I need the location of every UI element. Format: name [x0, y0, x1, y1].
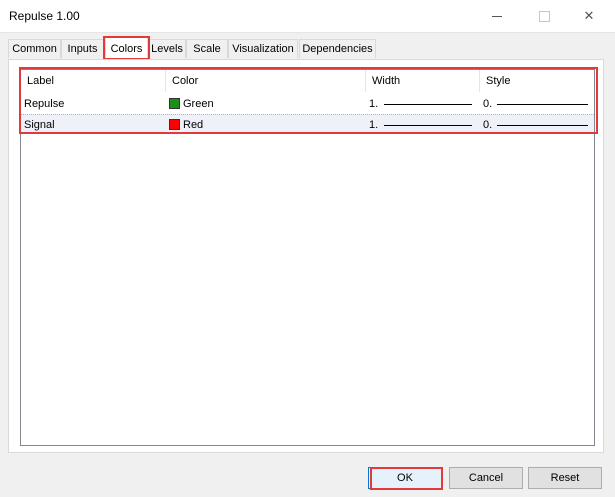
row-color-cell[interactable]: Red — [166, 115, 366, 135]
color-swatch — [169, 119, 180, 130]
column-header-style[interactable]: Style — [480, 70, 594, 92]
width-value: 1. — [369, 98, 379, 110]
width-line-preview — [384, 125, 472, 126]
minimize-button[interactable] — [474, 0, 520, 32]
table-row[interactable]: Signal Red 1. 0. — [21, 114, 594, 134]
width-line-preview — [384, 104, 472, 105]
width-value: 1. — [369, 119, 379, 131]
style-line-preview — [497, 125, 588, 126]
maximize-icon — [538, 10, 550, 22]
tab-dependencies[interactable]: Dependencies — [299, 39, 376, 58]
style-value: 0. — [483, 119, 493, 131]
row-width-cell[interactable]: 1. — [366, 94, 480, 114]
row-label: Signal — [24, 119, 55, 131]
list-header: Label Color Width Style — [21, 70, 594, 92]
tab-levels[interactable]: Levels — [148, 39, 186, 58]
tab-inputs[interactable]: Inputs — [61, 39, 104, 58]
row-style-cell[interactable]: 0. — [480, 94, 594, 114]
window-title: Repulse 1.00 — [9, 9, 80, 23]
ok-button[interactable]: OK — [368, 467, 442, 489]
title-bar: Repulse 1.00 ✕ — [0, 0, 615, 33]
tab-colors[interactable]: Colors — [105, 37, 148, 59]
style-line-preview — [497, 104, 588, 105]
colors-panel: Label Color Width Style Repulse Green 1.… — [8, 59, 604, 453]
column-header-color[interactable]: Color — [166, 70, 366, 92]
close-button[interactable]: ✕ — [566, 0, 612, 32]
reset-button[interactable]: Reset — [528, 467, 602, 489]
close-icon: ✕ — [583, 8, 595, 23]
column-header-width[interactable]: Width — [366, 70, 480, 92]
tab-visualization[interactable]: Visualization — [228, 39, 298, 58]
cancel-button[interactable]: Cancel — [449, 467, 523, 489]
tab-scale[interactable]: Scale — [186, 39, 228, 58]
row-style-cell[interactable]: 0. — [480, 115, 594, 135]
color-name: Green — [183, 98, 214, 110]
tab-common[interactable]: Common — [8, 39, 61, 58]
colors-list[interactable]: Label Color Width Style Repulse Green 1.… — [20, 69, 595, 446]
row-label: Repulse — [24, 98, 65, 110]
minimize-icon — [492, 15, 502, 17]
row-color-cell[interactable]: Green — [166, 94, 366, 114]
row-width-cell[interactable]: 1. — [366, 115, 480, 135]
table-row[interactable]: Repulse Green 1. 0. — [21, 94, 594, 114]
color-swatch — [169, 98, 180, 109]
color-name: Red — [183, 119, 204, 131]
column-header-label[interactable]: Label — [21, 70, 166, 92]
style-value: 0. — [483, 98, 493, 110]
maximize-button[interactable] — [521, 0, 567, 32]
